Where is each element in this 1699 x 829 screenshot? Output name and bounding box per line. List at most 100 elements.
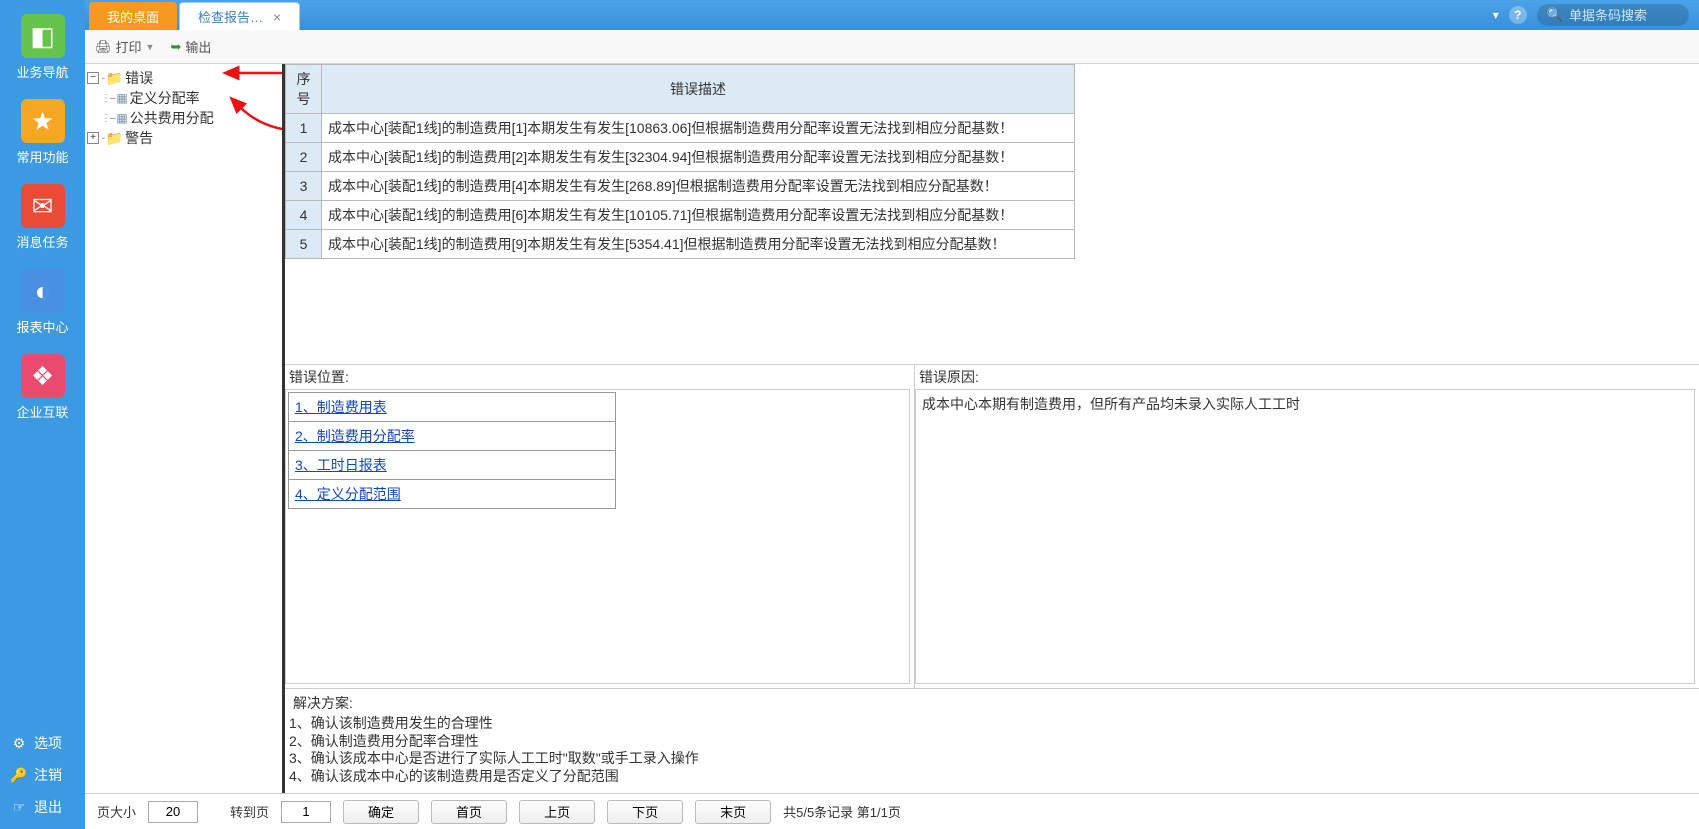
error-table-wrap: 序号 错误描述 1成本中心[装配1线]的制造费用[1]本期发生有发生[10863…: [285, 64, 1699, 364]
location-link[interactable]: 3、工时日报表: [295, 457, 387, 473]
folder-icon: 📁: [106, 70, 123, 87]
export-icon: ➥: [170, 39, 181, 55]
print-button[interactable]: 🖨 打印 ▼: [95, 37, 154, 56]
solution-line: 1、确认该制造费用发生的合理性: [289, 715, 1695, 733]
nav-label: 企业互联: [16, 402, 68, 421]
tree-node-warn[interactable]: + ·· 📁 警告: [87, 128, 280, 148]
folder-icon: 📁: [106, 130, 123, 147]
error-location-label: 错误位置:: [285, 365, 914, 389]
error-reason-text: 成本中心本期有制造费用，但所有产品均未录入实际人工工时: [915, 389, 1695, 684]
nav-item-biz[interactable]: ◧ 业务导航: [0, 4, 85, 89]
nav-item-report[interactable]: ◐ 报表中心: [0, 259, 85, 344]
cell-desc: 成本中心[装配1线]的制造费用[2]本期发生有发生[32304.94]但根据制造…: [322, 143, 1075, 172]
solution-label: 解决方案:: [289, 691, 1695, 715]
col-header-desc[interactable]: 错误描述: [322, 65, 1075, 114]
export-button[interactable]: ➥ 输出: [170, 37, 211, 56]
cell-seq: 2: [286, 143, 322, 172]
chevron-down-icon: ▼: [146, 42, 155, 52]
star-icon: ★: [21, 99, 65, 143]
header-dropdown-icon[interactable]: ▾: [1493, 8, 1499, 22]
expand-icon[interactable]: +: [87, 132, 99, 144]
location-row: 3、工时日报表: [289, 451, 616, 480]
help-icon[interactable]: ?: [1509, 6, 1527, 24]
tab-desktop[interactable]: 我的桌面: [89, 2, 177, 30]
nav-item-fav[interactable]: ★ 常用功能: [0, 89, 85, 174]
tree-node-child2[interactable]: ⋮···· ▦ 公共费用分配: [87, 108, 280, 128]
toolbar: 🖨 打印 ▼ ➥ 输出: [85, 30, 1699, 64]
cell-desc: 成本中心[装配1线]的制造费用[9]本期发生有发生[5354.41]但根据制造费…: [322, 230, 1075, 259]
nav-bottom: ⚙ 选项 🔑 注销 ☞ 退出: [0, 721, 85, 829]
page-size-input[interactable]: [148, 801, 198, 823]
file-icon: ▦: [116, 111, 127, 125]
page-info: 共5/5条记录 第1/1页: [783, 802, 901, 821]
table-row[interactable]: 2成本中心[装配1线]的制造费用[2]本期发生有发生[32304.94]但根据制…: [286, 143, 1075, 172]
table-row[interactable]: 1成本中心[装配1线]的制造费用[1]本期发生有发生[10863.06]但根据制…: [286, 114, 1075, 143]
confirm-button[interactable]: 确定: [343, 800, 419, 824]
solution-line: 4、确认该成本中心的该制造费用是否定义了分配范围: [289, 768, 1695, 786]
tab-strip: 我的桌面 检查报告… × ▾ ? 🔍: [85, 0, 1699, 30]
tree-label: 错误: [125, 68, 153, 88]
nav-options[interactable]: ⚙ 选项: [0, 727, 85, 759]
nav-logout[interactable]: 🔑 注销: [0, 759, 85, 791]
nav-label: 常用功能: [16, 147, 68, 166]
goto-page-input[interactable]: [281, 801, 331, 823]
nav-exit[interactable]: ☞ 退出: [0, 791, 85, 823]
report-icon: ◐: [21, 269, 65, 313]
location-table: 1、制造费用表 2、制造费用分配率 3、工时日报表 4、定义分配范围: [288, 392, 616, 509]
page-size-label: 页大小: [97, 802, 136, 821]
cell-seq: 1: [286, 114, 322, 143]
location-link[interactable]: 1、制造费用表: [295, 399, 387, 415]
tab-report[interactable]: 检查报告… ×: [179, 2, 300, 30]
tree-connector: ··: [101, 133, 104, 144]
prev-page-button[interactable]: 上页: [519, 800, 595, 824]
tree-node-child1[interactable]: ⋮···· ▦ 定义分配率: [87, 88, 280, 108]
tab-label: 我的桌面: [107, 7, 159, 26]
location-link[interactable]: 2、制造费用分配率: [295, 428, 415, 444]
table-row[interactable]: 3成本中心[装配1线]的制造费用[4]本期发生有发生[268.89]但根据制造费…: [286, 172, 1075, 201]
table-row[interactable]: 5成本中心[装配1线]的制造费用[9]本期发生有发生[5354.41]但根据制造…: [286, 230, 1075, 259]
tree-label: 警告: [125, 128, 153, 148]
next-page-button[interactable]: 下页: [607, 800, 683, 824]
search-icon: 🔍: [1547, 7, 1563, 23]
tree-node-error[interactable]: − ·· 📁 错误: [87, 68, 280, 88]
nav-bottom-label: 选项: [34, 733, 62, 753]
file-icon: ▦: [116, 91, 127, 105]
error-location-panel: 错误位置: 1、制造费用表 2、制造费用分配率 3、工时日报表 4、定义分配范围: [285, 365, 915, 688]
nav-item-msg[interactable]: ✉ 消息任务: [0, 174, 85, 259]
tree-connector: ⋮····: [101, 93, 114, 104]
content-column: 序号 错误描述 1成本中心[装配1线]的制造费用[1]本期发生有发生[10863…: [285, 64, 1699, 793]
first-page-button[interactable]: 首页: [431, 800, 507, 824]
nav-label: 业务导航: [16, 62, 68, 81]
nav-item-ent[interactable]: ❖ 企业互联: [0, 344, 85, 429]
toolbar-label: 输出: [185, 37, 211, 56]
last-page-button[interactable]: 末页: [695, 800, 771, 824]
key-icon: 🔑: [10, 767, 28, 784]
location-row: 2、制造费用分配率: [289, 422, 616, 451]
goto-page-label: 转到页: [230, 802, 269, 821]
tree-connector: ⋮····: [101, 113, 114, 124]
location-row: 1、制造费用表: [289, 393, 616, 422]
gear-icon: ⚙: [10, 735, 28, 752]
cell-desc: 成本中心[装配1线]的制造费用[1]本期发生有发生[10863.06]但根据制造…: [322, 114, 1075, 143]
main-area: 我的桌面 检查报告… × ▾ ? 🔍 🖨 打印 ▼ ➥ 输出: [85, 0, 1699, 829]
toolbar-label: 打印: [116, 37, 142, 56]
nav-label: 报表中心: [16, 317, 68, 336]
solution-line: 3、确认该成本中心是否进行了实际人工工时"取数"或手工录入操作: [289, 750, 1695, 768]
biz-nav-icon: ◧: [21, 14, 65, 58]
enterprise-icon: ❖: [21, 354, 65, 398]
exit-icon: ☞: [10, 799, 28, 816]
table-row[interactable]: 4成本中心[装配1线]的制造费用[6]本期发生有发生[10105.71]但根据制…: [286, 201, 1075, 230]
tree-label: 定义分配率: [130, 88, 200, 108]
col-header-seq[interactable]: 序号: [286, 65, 322, 114]
tree-pane: − ·· 📁 错误 ⋮···· ▦ 定义分配率 ⋮···· ▦ 公共费用分配 +…: [85, 64, 285, 793]
search-input[interactable]: [1569, 8, 1679, 23]
search-box[interactable]: 🔍: [1537, 4, 1689, 26]
collapse-icon[interactable]: −: [87, 72, 99, 84]
location-row: 4、定义分配范围: [289, 480, 616, 509]
printer-icon: 🖨: [95, 39, 112, 55]
tab-label: 检查报告…: [198, 7, 263, 26]
close-icon[interactable]: ×: [273, 9, 281, 25]
cell-seq: 4: [286, 201, 322, 230]
cell-seq: 5: [286, 230, 322, 259]
location-link[interactable]: 4、定义分配范围: [295, 486, 401, 502]
